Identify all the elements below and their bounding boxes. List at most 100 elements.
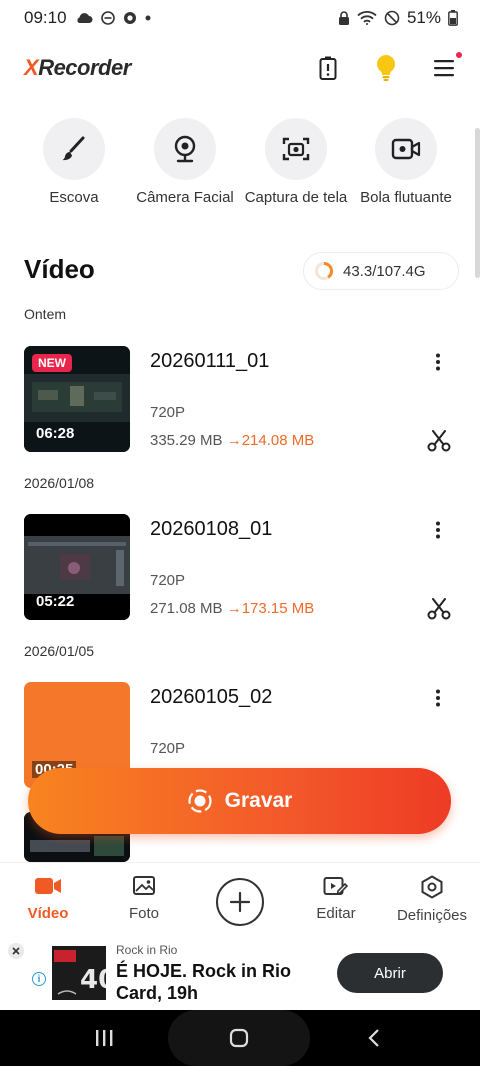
battery-alert-icon: [319, 56, 337, 80]
video-thumbnail[interactable]: NEW 06:28: [24, 346, 130, 452]
trim-button[interactable]: [426, 596, 452, 622]
battery-percent: 51%: [406, 8, 441, 27]
logo-text: Recorder: [38, 55, 131, 80]
dnd-icon: [100, 11, 115, 25]
tool-floating-ball[interactable]: Bola flutuante: [346, 118, 466, 206]
home-button[interactable]: [168, 1010, 310, 1066]
wifi-icon: [357, 11, 377, 25]
nav-photo[interactable]: Foto: [96, 875, 192, 922]
video-thumbnail[interactable]: 05:22: [24, 514, 130, 620]
scissors-icon: [427, 598, 451, 620]
storage-ring-icon: [315, 262, 333, 280]
storage-text: 43.3/107.4G: [343, 262, 426, 280]
tool-brush-circle: [43, 118, 105, 180]
ad-banner[interactable]: i 40 Rock in Rio É HOJE. Rock in Rio Car…: [0, 938, 480, 1010]
record-button[interactable]: Gravar: [28, 768, 451, 834]
video-title: 20260111_01: [150, 350, 270, 372]
new-badge: NEW: [32, 354, 72, 372]
trim-button[interactable]: [426, 428, 452, 454]
settings-hexagon-icon: [421, 875, 443, 899]
home-icon: [229, 1028, 249, 1048]
tool-label: Captura de tela: [244, 189, 348, 206]
date-header: Ontem: [24, 306, 67, 322]
nav-label: Definições: [396, 907, 468, 924]
date-header: 2026/01/08: [24, 475, 95, 491]
status-time: 09:10: [24, 8, 67, 27]
video-title: 20260108_01: [150, 518, 273, 540]
floating-camera-icon: [391, 138, 421, 160]
edit-video-icon: [323, 877, 349, 895]
tool-label: Bola flutuante: [360, 189, 452, 206]
more-options-button[interactable]: [426, 518, 450, 542]
tool-floating-ball-circle: [375, 118, 437, 180]
record-icon: [188, 789, 212, 813]
section-title: Vídeo: [24, 254, 95, 284]
ad-info-icon[interactable]: i: [32, 972, 46, 986]
video-resolution: 720P: [150, 572, 186, 589]
status-bar: 09:10 51%: [0, 0, 480, 36]
video-resolution: 720P: [150, 404, 186, 421]
svg-text:40: 40: [80, 965, 106, 995]
more-vertical-icon: [436, 521, 440, 539]
menu-button[interactable]: [430, 52, 462, 82]
app-logo: XRecorder: [24, 55, 131, 81]
lightbulb-icon: [377, 55, 395, 81]
photo-icon: [133, 876, 155, 895]
recents-button[interactable]: [80, 1010, 128, 1066]
arrow-right-icon: →: [226, 432, 242, 449]
more-options-button[interactable]: [426, 686, 450, 710]
tool-brush[interactable]: Escova: [14, 118, 134, 206]
nav-label: Vídeo: [27, 905, 69, 922]
video-item[interactable]: NEW 06:28 20260111_01 720P 335.29 MB →21…: [24, 346, 456, 452]
tools-row: Escova Câmera Facial Captura de tela Bol…: [0, 118, 480, 218]
nav-settings[interactable]: Definições: [384, 875, 480, 924]
screenshot-icon: [282, 137, 310, 161]
size-compressed: 173.15 MB: [241, 600, 315, 617]
video-size: 271.08 MB →173.15 MB: [150, 600, 314, 617]
plus-icon: [229, 891, 251, 913]
battery-icon: [448, 10, 458, 26]
nav-edit[interactable]: Editar: [288, 875, 384, 922]
size-original: 271.08 MB: [150, 600, 223, 617]
no-signal-icon: [384, 10, 400, 26]
scrollbar[interactable]: [475, 128, 480, 278]
video-title: 20260105_02: [150, 686, 273, 708]
tool-face-camera[interactable]: Câmera Facial: [125, 118, 245, 206]
status-right: 51%: [338, 8, 458, 28]
back-icon: [368, 1029, 379, 1047]
more-options-button[interactable]: [426, 350, 450, 374]
logo-x: X: [24, 55, 39, 80]
add-button[interactable]: [216, 878, 264, 926]
nav-video[interactable]: Vídeo: [0, 875, 96, 922]
video-resolution: 720P: [150, 740, 186, 757]
more-vertical-icon: [436, 353, 440, 371]
menu-notification-dot: [456, 52, 462, 58]
video-camera-icon: [35, 878, 61, 894]
brush-icon: [62, 136, 85, 161]
battery-alert-button[interactable]: [314, 54, 342, 82]
storage-indicator[interactable]: 43.3/107.4G: [303, 252, 459, 290]
back-button[interactable]: [352, 1010, 396, 1066]
scissors-icon: [427, 430, 451, 452]
tool-screenshot[interactable]: Captura de tela: [236, 118, 356, 206]
tool-face-camera-circle: [154, 118, 216, 180]
lock-icon: [338, 11, 350, 25]
system-nav-bar: [0, 1010, 480, 1066]
more-vertical-icon: [436, 689, 440, 707]
ad-sponsor: Rock in Rio: [116, 943, 178, 957]
ad-open-button[interactable]: Abrir: [337, 953, 443, 993]
menu-icon: [434, 60, 454, 77]
close-icon: [12, 947, 20, 955]
bottom-nav: Vídeo Foto Editar Definições: [0, 862, 480, 938]
tool-screenshot-circle: [265, 118, 327, 180]
arrow-right-icon: →: [226, 600, 242, 617]
ad-close-button[interactable]: [8, 943, 24, 959]
record-button-label: Gravar: [224, 789, 293, 812]
tips-button[interactable]: [372, 54, 400, 82]
ad-image: 40: [52, 946, 106, 1000]
date-header: 2026/01/05: [24, 643, 95, 659]
recents-icon: [96, 1030, 113, 1046]
video-item[interactable]: 05:22 20260108_01 720P 271.08 MB →173.15…: [24, 514, 456, 620]
more-notifications-icon: [145, 15, 151, 21]
header-actions: [314, 52, 462, 82]
